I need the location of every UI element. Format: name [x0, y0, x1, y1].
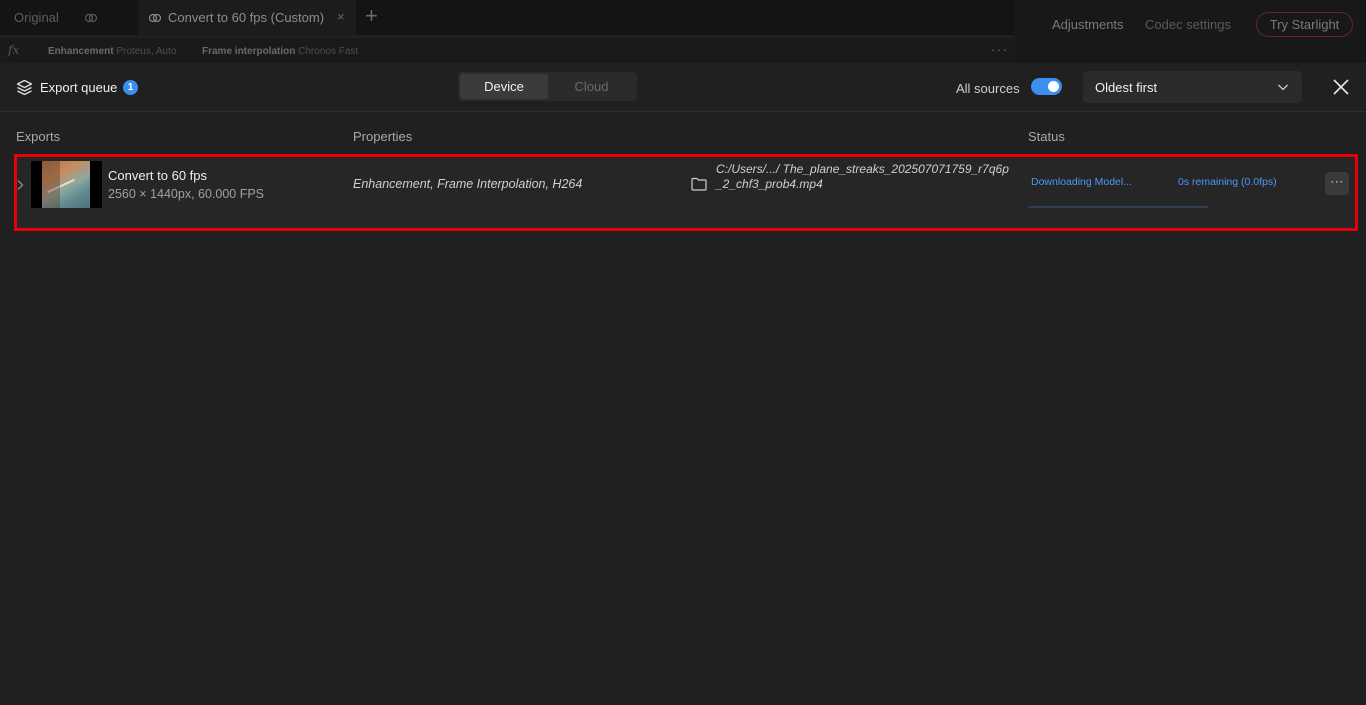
filter-chip-frame-interpolation[interactable]: Frame interpolation Chronos Fast [202, 46, 358, 57]
tab-adjustments[interactable]: Adjustments [1052, 17, 1124, 32]
filter-name: Enhancement [48, 46, 114, 57]
tab-original[interactable]: Original [14, 10, 59, 25]
device-cloud-toggle: Device Cloud [458, 72, 637, 101]
all-sources-label: All sources [956, 81, 1020, 96]
tab-convert[interactable]: Convert to 60 fps (Custom) × [138, 0, 356, 35]
all-sources-toggle[interactable] [1031, 78, 1062, 95]
folder-icon[interactable] [691, 177, 707, 191]
tab-convert-label: Convert to 60 fps (Custom) [168, 10, 325, 25]
filter-value: Proteus, Auto [116, 46, 177, 57]
export-title: Convert to 60 fps [108, 168, 207, 183]
thumbnail-image [42, 161, 90, 208]
progress-bar [1028, 206, 1208, 208]
export-properties: Enhancement, Frame Interpolation, H264 [353, 177, 583, 191]
export-queue-title: Export queue [40, 80, 118, 95]
column-header-status: Status [1028, 129, 1065, 144]
close-tab-icon[interactable]: × [337, 9, 345, 24]
layers-icon [16, 79, 33, 96]
link-icon [148, 13, 162, 23]
close-icon[interactable] [1331, 77, 1351, 97]
column-header-properties: Properties [353, 129, 413, 144]
fx-icon: fx [8, 43, 20, 57]
tab-cloud[interactable]: Cloud [548, 74, 635, 99]
export-metadata: 2560 × 1440px, 60.000 FPS [108, 187, 265, 201]
sort-value: Oldest first [1095, 80, 1158, 95]
try-starlight-button[interactable]: Try Starlight [1256, 12, 1353, 37]
export-status: Downloading Model... [1031, 176, 1132, 188]
more-options-icon[interactable]: ··· [991, 41, 1008, 57]
sort-dropdown[interactable]: Oldest first [1083, 71, 1302, 103]
queue-count-badge: 1 [123, 80, 138, 95]
filter-chip-enhancement[interactable]: Enhancement Proteus, Auto [48, 46, 176, 57]
video-thumbnail [31, 161, 102, 208]
tab-device[interactable]: Device [460, 74, 548, 99]
chevron-down-icon [1278, 84, 1288, 91]
column-header-exports: Exports [16, 129, 61, 144]
filter-value: Chronos Fast [298, 46, 359, 57]
filter-name: Frame interpolation [202, 46, 296, 57]
export-queue-header: Export queue 1 Device Cloud All sources … [0, 63, 1366, 112]
add-tab-icon[interactable]: + [365, 5, 378, 27]
chevron-right-icon[interactable] [16, 179, 24, 191]
row-more-options-button[interactable]: ··· [1325, 172, 1349, 195]
time-remaining: 0s remaining (0.0fps) [1178, 176, 1277, 188]
tab-codec-settings[interactable]: Codec settings [1145, 17, 1231, 32]
filter-bar: fx Enhancement Proteus, Auto Frame inter… [0, 38, 1014, 63]
link-icon[interactable] [84, 11, 98, 25]
output-file-path[interactable]: C:/Users/.../ The_plane_streaks_20250707… [716, 162, 1014, 192]
